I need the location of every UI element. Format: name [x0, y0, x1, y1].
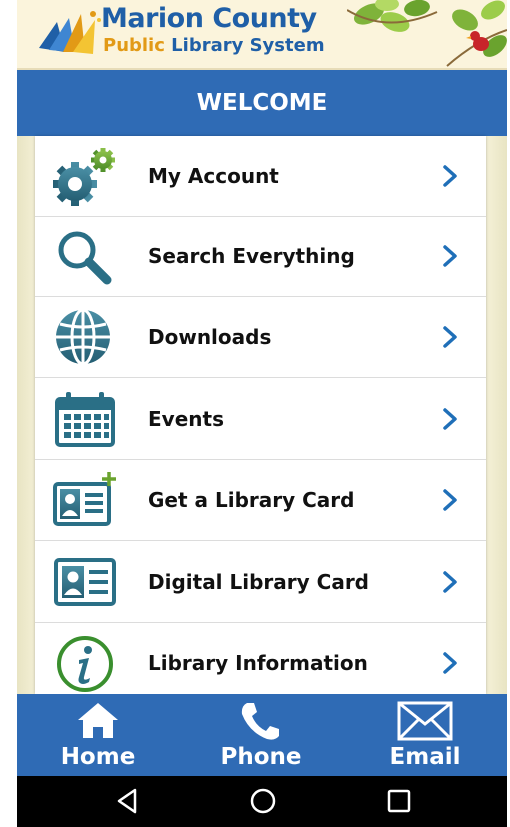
chevron-right-icon	[443, 489, 457, 511]
id-card-plus-icon	[53, 472, 116, 526]
menu-item-label: My Account	[148, 164, 279, 188]
phone-screen: Marion County Public Library System WELC…	[0, 0, 510, 827]
leaves-bird-decoration-icon	[347, 0, 507, 67]
nav-email-button[interactable]: Email	[365, 694, 485, 776]
menu-item-downloads[interactable]: Downloads	[35, 297, 486, 378]
page-title: WELCOME	[17, 70, 507, 136]
logo-subtitle-rest: Library System	[164, 35, 325, 56]
globe-icon	[56, 308, 110, 366]
menu-item-digital-library-card[interactable]: Digital Library Card	[35, 542, 486, 623]
nav-home-button[interactable]: Home	[38, 694, 158, 776]
menu-item-label: Events	[148, 407, 224, 431]
gears-icon	[53, 148, 115, 206]
menu-item-label: Library Information	[148, 651, 368, 675]
id-card-icon	[54, 558, 116, 606]
menu-item-label: Digital Library Card	[148, 570, 369, 594]
menu-list: My Account Search Everything Downloads E…	[35, 136, 486, 704]
app-window: Marion County Public Library System WELC…	[17, 0, 507, 827]
nav-email-label: Email	[389, 744, 461, 770]
back-icon[interactable]	[115, 786, 139, 816]
chevron-right-icon	[443, 652, 457, 674]
menu-item-label: Get a Library Card	[148, 488, 355, 512]
chevron-right-icon	[443, 571, 457, 593]
calendar-icon	[55, 392, 115, 447]
info-icon	[57, 636, 113, 692]
email-icon	[397, 701, 453, 741]
nav-phone-button[interactable]: Phone	[201, 694, 321, 776]
menu-item-events[interactable]: Events	[35, 379, 486, 460]
magnifier-icon	[58, 231, 112, 285]
system-navigation-bar	[17, 776, 507, 827]
home-icon	[78, 703, 118, 738]
menu-item-search-everything[interactable]: Search Everything	[35, 216, 486, 297]
app-header: Marion County Public Library System	[17, 0, 507, 70]
content-area: My Account Search Everything Downloads E…	[17, 136, 507, 704]
menu-item-my-account[interactable]: My Account	[35, 136, 486, 217]
home-circle-icon[interactable]	[248, 786, 278, 816]
chevron-right-icon	[443, 245, 457, 267]
bottom-nav-bar: Home Phone Email	[17, 694, 507, 776]
phone-icon	[241, 703, 279, 740]
logo-subtitle-public: Public	[103, 35, 165, 56]
chevron-right-icon	[443, 408, 457, 430]
menu-item-label: Downloads	[148, 325, 272, 349]
nav-phone-label: Phone	[220, 744, 302, 770]
logo-subtitle: Public Library System	[103, 35, 325, 56]
chevron-right-icon	[443, 165, 457, 187]
nav-home-label: Home	[60, 744, 136, 770]
chevron-right-icon	[443, 326, 457, 348]
menu-item-label: Search Everything	[148, 244, 355, 268]
logo-title: Marion County	[101, 3, 317, 34]
recents-square-icon[interactable]	[386, 786, 412, 816]
menu-item-library-information[interactable]: Library Information	[35, 623, 486, 704]
menu-item-get-library-card[interactable]: Get a Library Card	[35, 460, 486, 541]
books-logo-icon	[39, 11, 101, 54]
